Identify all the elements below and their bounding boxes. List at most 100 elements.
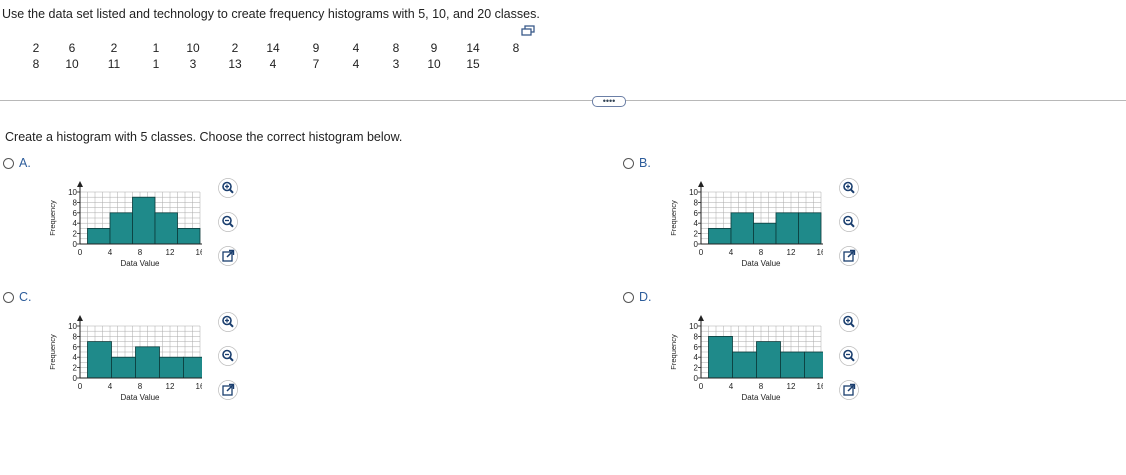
y-tick-label: 4 [73, 219, 78, 228]
data-value: 8 [512, 41, 520, 55]
histogram-bar [87, 228, 111, 245]
histogram-bar [109, 212, 133, 245]
option-c-letter: C. [19, 290, 32, 304]
histogram-c: 02468100481216FrequencyData Value [48, 315, 202, 402]
data-value: 4 [352, 57, 360, 71]
histogram-bar [159, 356, 184, 379]
data-value: 6 [68, 41, 76, 55]
y-tick-label: 10 [689, 188, 698, 197]
histogram-bar [753, 222, 777, 245]
y-tick-label: 10 [689, 322, 698, 331]
popout-icon[interactable] [839, 380, 859, 400]
data-column: 44 [345, 40, 367, 72]
y-tick-label: 8 [73, 332, 78, 341]
question-text: Create a histogram with 5 classes. Choos… [5, 130, 403, 144]
option-b[interactable]: B. [623, 156, 651, 170]
radio-b[interactable] [623, 157, 634, 169]
x-tick-label: 4 [729, 248, 734, 257]
histogram-bar [780, 351, 805, 379]
data-value: 9 [312, 41, 320, 55]
data-value: 9 [430, 41, 438, 55]
zoom-out-icon[interactable] [839, 346, 859, 366]
x-tick-label: 0 [78, 248, 83, 257]
data-value: 15 [466, 57, 480, 71]
y-axis-label: Frequency [669, 334, 678, 370]
y-tick-label: 8 [694, 332, 699, 341]
data-value: 8 [32, 57, 40, 71]
data-column: 10 3 [182, 40, 204, 72]
x-axis-label: Data Value [121, 259, 161, 268]
data-value: 1 [152, 57, 160, 71]
histogram-bar [708, 228, 732, 245]
x-tick-label: 16 [817, 382, 823, 391]
x-axis-label: Data Value [742, 259, 782, 268]
data-value: 10 [186, 41, 200, 55]
x-tick-label: 12 [787, 382, 796, 391]
histogram-bar [756, 341, 781, 379]
data-column: 9 10 [423, 40, 445, 72]
data-value: 3 [392, 57, 400, 71]
x-tick-label: 8 [759, 382, 764, 391]
y-axis-arrow [77, 181, 83, 187]
data-value: 1 [152, 41, 160, 55]
y-tick-label: 8 [73, 198, 78, 207]
histogram-bar [183, 356, 202, 379]
data-value: 10 [65, 57, 79, 71]
radio-c[interactable] [3, 291, 14, 303]
zoom-in-icon[interactable] [218, 312, 238, 332]
data-column: 6 10 [61, 40, 83, 72]
x-tick-label: 8 [759, 248, 764, 257]
radio-a[interactable] [3, 157, 14, 169]
option-a[interactable]: A. [3, 156, 31, 170]
zoom-out-icon[interactable] [218, 346, 238, 366]
x-tick-label: 0 [78, 382, 83, 391]
popout-icon[interactable] [218, 246, 238, 266]
histogram-bar [177, 228, 201, 245]
x-tick-label: 0 [699, 248, 704, 257]
histogram-a: 02468100481216FrequencyData Value [48, 181, 202, 268]
y-tick-label: 10 [68, 188, 77, 197]
more-button[interactable]: •••• [592, 96, 626, 107]
histogram-bar [111, 356, 136, 379]
option-d[interactable]: D. [623, 290, 652, 304]
data-column: 2 13 [224, 40, 246, 72]
histogram-d: 02468100481216FrequencyData Value [669, 315, 823, 402]
popout-icon[interactable] [839, 246, 859, 266]
y-tick-label: 2 [694, 230, 699, 239]
popout-icon[interactable] [218, 380, 238, 400]
x-tick-label: 4 [108, 382, 113, 391]
data-value: 2 [32, 41, 40, 55]
y-tick-label: 8 [694, 198, 699, 207]
data-value: 4 [352, 41, 360, 55]
histogram-bar [730, 212, 754, 245]
x-axis-label: Data Value [121, 393, 161, 402]
x-tick-label: 12 [166, 382, 175, 391]
data-value: 2 [110, 41, 118, 55]
y-tick-label: 4 [694, 219, 699, 228]
data-value: 13 [228, 57, 242, 71]
data-column: 2 11 [103, 40, 125, 72]
y-axis-arrow [77, 315, 83, 321]
option-c[interactable]: C. [3, 290, 32, 304]
x-tick-label: 16 [817, 248, 823, 257]
data-value: 7 [312, 57, 320, 71]
histogram-bar [135, 346, 160, 379]
data-value: 11 [107, 57, 121, 71]
option-a-letter: A. [19, 156, 31, 170]
histogram-bar [708, 335, 733, 379]
radio-d[interactable] [623, 291, 634, 303]
zoom-in-icon[interactable] [839, 178, 859, 198]
data-column: 8 [505, 40, 527, 56]
y-axis-label: Frequency [669, 200, 678, 236]
zoom-out-icon[interactable] [218, 212, 238, 232]
zoom-out-icon[interactable] [839, 212, 859, 232]
copy-icon[interactable] [521, 25, 535, 37]
y-tick-label: 6 [73, 209, 78, 218]
y-tick-label: 2 [694, 364, 699, 373]
histogram-bar [798, 212, 822, 245]
zoom-in-icon[interactable] [218, 178, 238, 198]
histogram-b: 02468100481216FrequencyData Value [669, 181, 823, 268]
zoom-in-icon[interactable] [839, 312, 859, 332]
x-tick-label: 0 [699, 382, 704, 391]
histogram-bar [132, 196, 156, 245]
